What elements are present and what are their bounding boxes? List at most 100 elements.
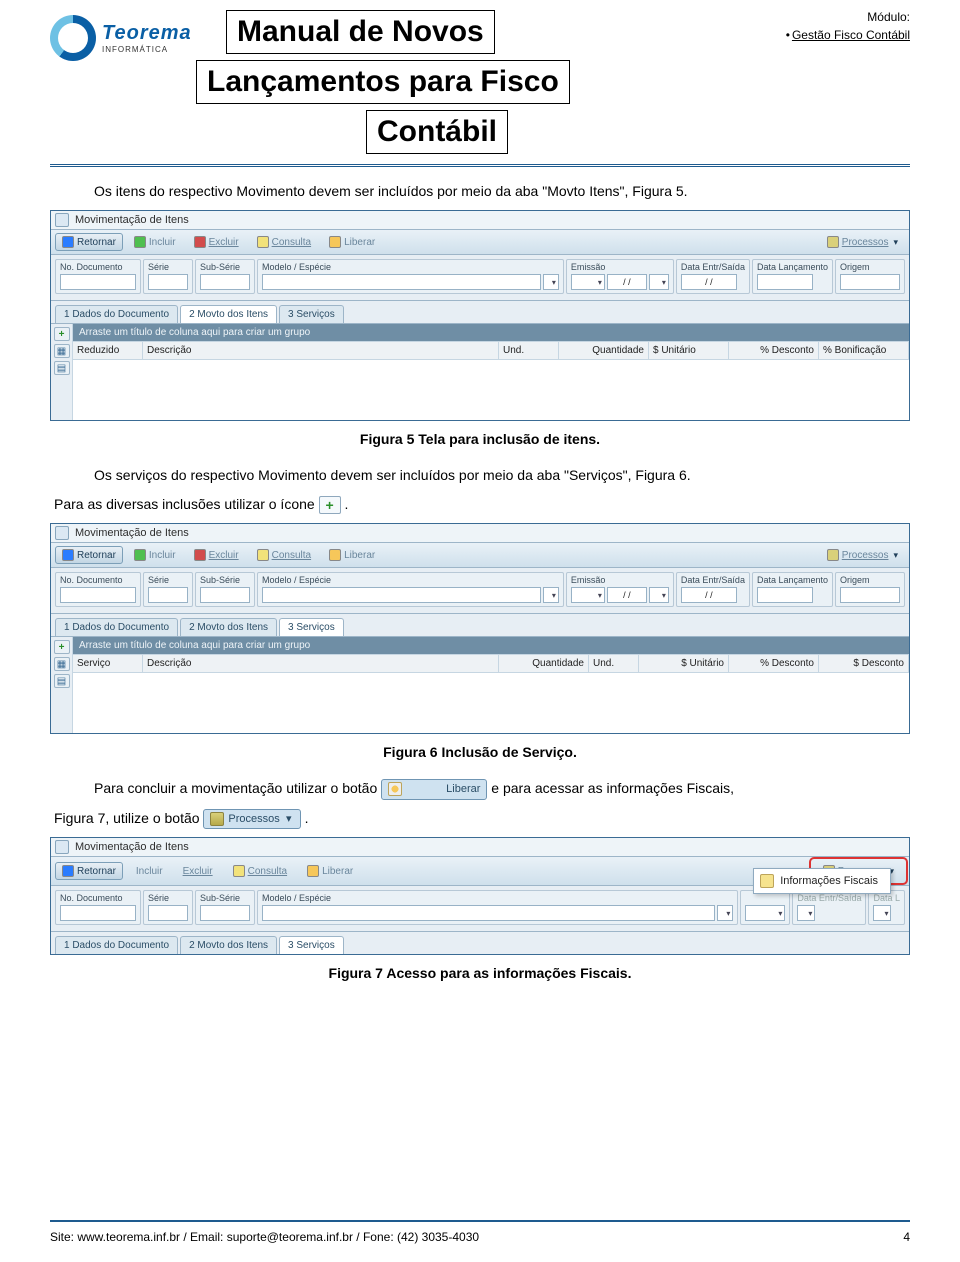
f-modelo-combo[interactable] — [543, 587, 559, 603]
grid-detail[interactable]: ▦ — [54, 344, 70, 358]
title-box-2: Lançamentos para Fisco — [196, 60, 570, 104]
f-lanc-input[interactable] — [757, 587, 813, 603]
liberar-button[interactable]: Liberar — [300, 862, 360, 880]
f-origem-input[interactable] — [840, 274, 900, 290]
grid-export[interactable]: ▤ — [54, 674, 70, 688]
f-doc-label: No. Documento — [60, 575, 136, 585]
menu-item-info-fiscais[interactable]: Informações Fiscais — [756, 871, 888, 891]
f-emissao-combo1[interactable] — [571, 274, 605, 290]
f-entrsaida-combo[interactable] — [797, 905, 815, 921]
logo-brand: Teorema — [102, 22, 192, 45]
col-desconto[interactable]: % Desconto — [729, 342, 819, 359]
retornar-button[interactable]: Retornar — [55, 233, 123, 251]
back-icon — [62, 236, 74, 248]
col-descricao[interactable]: Descrição — [143, 342, 499, 359]
f-doc-input[interactable] — [60, 274, 136, 290]
back-icon — [62, 549, 74, 561]
f-origem-label: Origem — [840, 575, 900, 585]
f-emissao-combo2[interactable] — [649, 587, 669, 603]
f-sub-label: Sub-Série — [200, 893, 250, 903]
liberar-label: Liberar — [322, 866, 353, 877]
footer-contact: Site: www.teorema.inf.br / Email: suport… — [50, 1230, 479, 1244]
consulta-button[interactable]: Consulta — [250, 233, 318, 251]
col-bonificacao[interactable]: % Bonificação — [819, 342, 909, 359]
f-doc-label: No. Documento — [60, 262, 136, 272]
f-serie-input[interactable] — [148, 274, 188, 290]
f-sub-input[interactable] — [200, 274, 250, 290]
col-servico[interactable]: Serviço — [73, 655, 143, 672]
f-entrsaida-label: Data Entr/Saída — [797, 893, 861, 903]
liberar-button[interactable]: Liberar — [322, 546, 382, 564]
f-serie-input[interactable] — [148, 587, 188, 603]
incluir-button[interactable]: Incluir — [127, 233, 183, 251]
grid-side-buttons: + ▦ ▤ — [51, 324, 73, 420]
grid-export[interactable]: ▤ — [54, 361, 70, 375]
col-quantidade[interactable]: Quantidade — [499, 655, 589, 672]
logo-sub: INFORMÁTICA — [102, 45, 192, 54]
tab-movto[interactable]: 2 Movto dos Itens — [180, 305, 277, 323]
f-modelo-input[interactable] — [262, 587, 541, 603]
tab-dados[interactable]: 1 Dados do Documento — [55, 618, 178, 636]
tab-dados[interactable]: 1 Dados do Documento — [55, 936, 178, 954]
f-entrsaida-input[interactable]: / / — [681, 587, 737, 603]
f-sub-input[interactable] — [200, 587, 250, 603]
liberar-button[interactable]: Liberar — [322, 233, 382, 251]
col-quantidade[interactable]: Quantidade — [559, 342, 649, 359]
excluir-label: Excluir — [209, 237, 239, 248]
consulta-button[interactable]: Consulta — [226, 862, 294, 880]
f-modelo-combo[interactable] — [543, 274, 559, 290]
f-modelo-combo[interactable] — [717, 905, 733, 921]
group-hint: Arraste um título de coluna aqui para cr… — [73, 324, 909, 341]
retornar-button[interactable]: Retornar — [55, 546, 123, 564]
tab-movto[interactable]: 2 Movto dos Itens — [180, 936, 277, 954]
page-footer: Site: www.teorema.inf.br / Email: suport… — [50, 1230, 910, 1244]
excluir-button[interactable]: Excluir — [176, 863, 220, 880]
tab-servicos[interactable]: 3 Serviços — [279, 618, 344, 636]
group-hint: Arraste um título de coluna aqui para cr… — [73, 637, 909, 654]
col-unitario[interactable]: $ Unitário — [639, 655, 729, 672]
f-serie-input[interactable] — [148, 905, 188, 921]
f-doc-input[interactable] — [60, 905, 136, 921]
excluir-button[interactable]: Excluir — [187, 546, 246, 564]
grid-add-row[interactable]: + — [54, 327, 70, 341]
processos-button[interactable]: Processos▾ — [820, 546, 905, 564]
excluir-button[interactable]: Excluir — [187, 233, 246, 251]
grid-add-row[interactable]: + — [54, 640, 70, 654]
f-emissao-combo1[interactable] — [571, 587, 605, 603]
f-sub-label: Sub-Série — [200, 262, 250, 272]
figure-5-screenshot: Movimentação de Itens Retornar Incluir E… — [50, 210, 910, 421]
retornar-button[interactable]: Retornar — [55, 862, 123, 880]
col-und[interactable]: Und. — [499, 342, 559, 359]
f-entrsaida-input[interactable]: / / — [681, 274, 737, 290]
col-reduzido[interactable]: Reduzido — [73, 342, 143, 359]
grid-body[interactable] — [73, 673, 909, 733]
col-descricao[interactable]: Descrição — [143, 655, 499, 672]
grid-detail[interactable]: ▦ — [54, 657, 70, 671]
col-unitario[interactable]: $ Unitário — [649, 342, 729, 359]
f-modelo-input[interactable] — [262, 274, 541, 290]
tab-dados[interactable]: 1 Dados do Documento — [55, 305, 178, 323]
f-lanc-input[interactable] — [757, 274, 813, 290]
col-pdesconto[interactable]: % Desconto — [729, 655, 819, 672]
consulta-button[interactable]: Consulta — [250, 546, 318, 564]
incluir-button[interactable]: Incluir — [127, 546, 183, 564]
f-sub-input[interactable] — [200, 905, 250, 921]
f-emissao-combo[interactable] — [745, 905, 785, 921]
f-emissao-combo2[interactable] — [649, 274, 669, 290]
incluir-button[interactable]: Incluir — [129, 863, 170, 880]
grid-body[interactable] — [73, 360, 909, 420]
col-und[interactable]: Und. — [589, 655, 639, 672]
processos-button[interactable]: Processos▾ — [820, 233, 905, 251]
f-modelo-input[interactable] — [262, 905, 715, 921]
f-emissao-input[interactable]: / / — [607, 274, 647, 290]
tab-movto[interactable]: 2 Movto dos Itens — [180, 618, 277, 636]
tab-servicos[interactable]: 3 Serviços — [279, 305, 344, 323]
f-lanc-combo[interactable] — [873, 905, 891, 921]
f-doc-input[interactable] — [60, 587, 136, 603]
f-emissao-input[interactable]: / / — [607, 587, 647, 603]
module-block: Módulo: Gestão Fisco Contábil — [720, 10, 910, 42]
processos-menu: Informações Fiscais — [753, 868, 891, 894]
f-origem-input[interactable] — [840, 587, 900, 603]
col-vdesconto[interactable]: $ Desconto — [819, 655, 909, 672]
tab-servicos[interactable]: 3 Serviços — [279, 936, 344, 954]
